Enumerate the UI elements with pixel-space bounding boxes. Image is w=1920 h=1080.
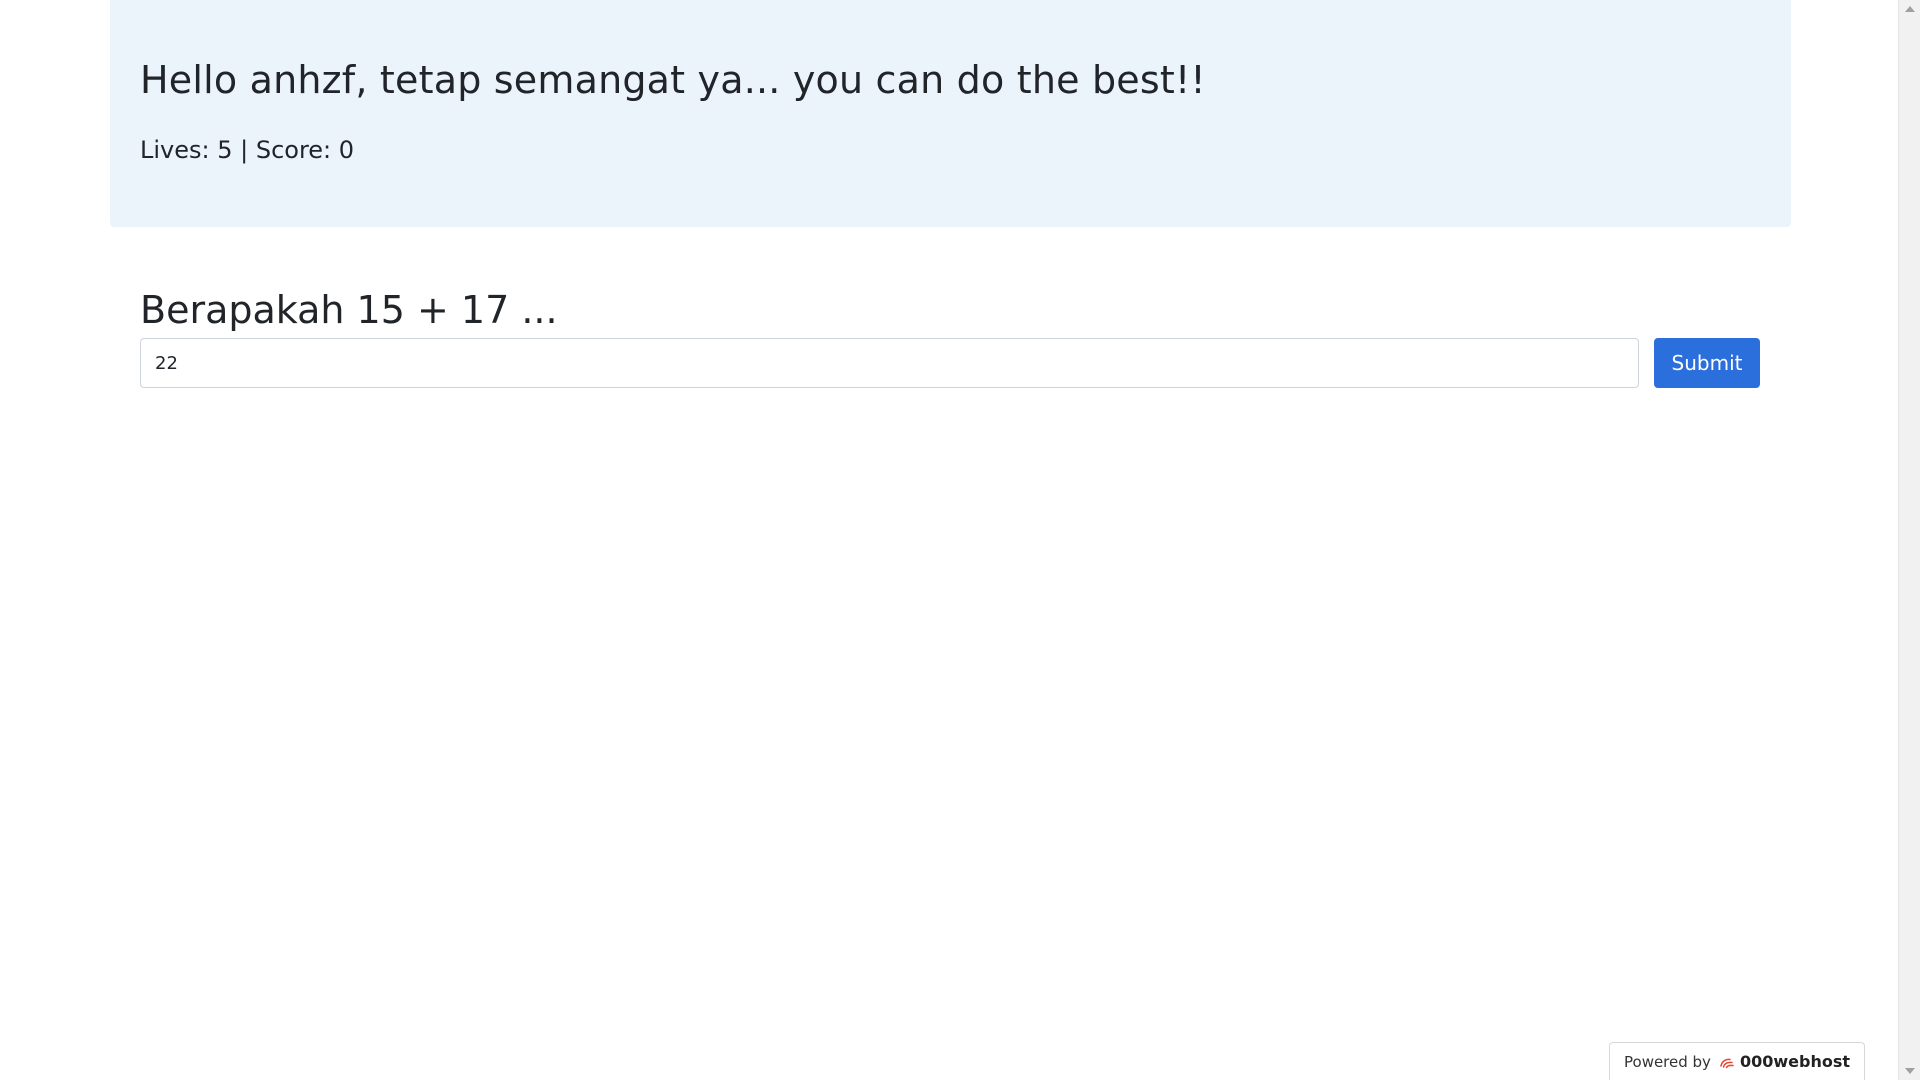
vertical-scrollbar[interactable] [1898,0,1920,1080]
welcome-banner: Hello anhzf, tetap semangat ya... you ca… [110,0,1791,227]
scroll-down-icon[interactable] [1905,1068,1915,1074]
question-heading: Berapakah 15 + 17 ... [140,288,558,332]
answer-input[interactable] [140,338,1639,388]
submit-button[interactable]: Submit [1654,338,1760,388]
000webhost-brand-name: 000webhost [1739,1052,1850,1071]
page: Hello anhzf, tetap semangat ya... you ca… [0,0,1920,1080]
powered-by-label: Powered by [1624,1052,1711,1071]
scroll-up-icon[interactable] [1905,6,1915,12]
000webhost-logo-icon [1720,1058,1734,1068]
greeting-heading: Hello anhzf, tetap semangat ya... you ca… [140,58,1206,102]
powered-by-badge[interactable]: Powered by 000webhost [1609,1042,1865,1080]
lives-score-status: Lives: 5 | Score: 0 [140,136,355,164]
